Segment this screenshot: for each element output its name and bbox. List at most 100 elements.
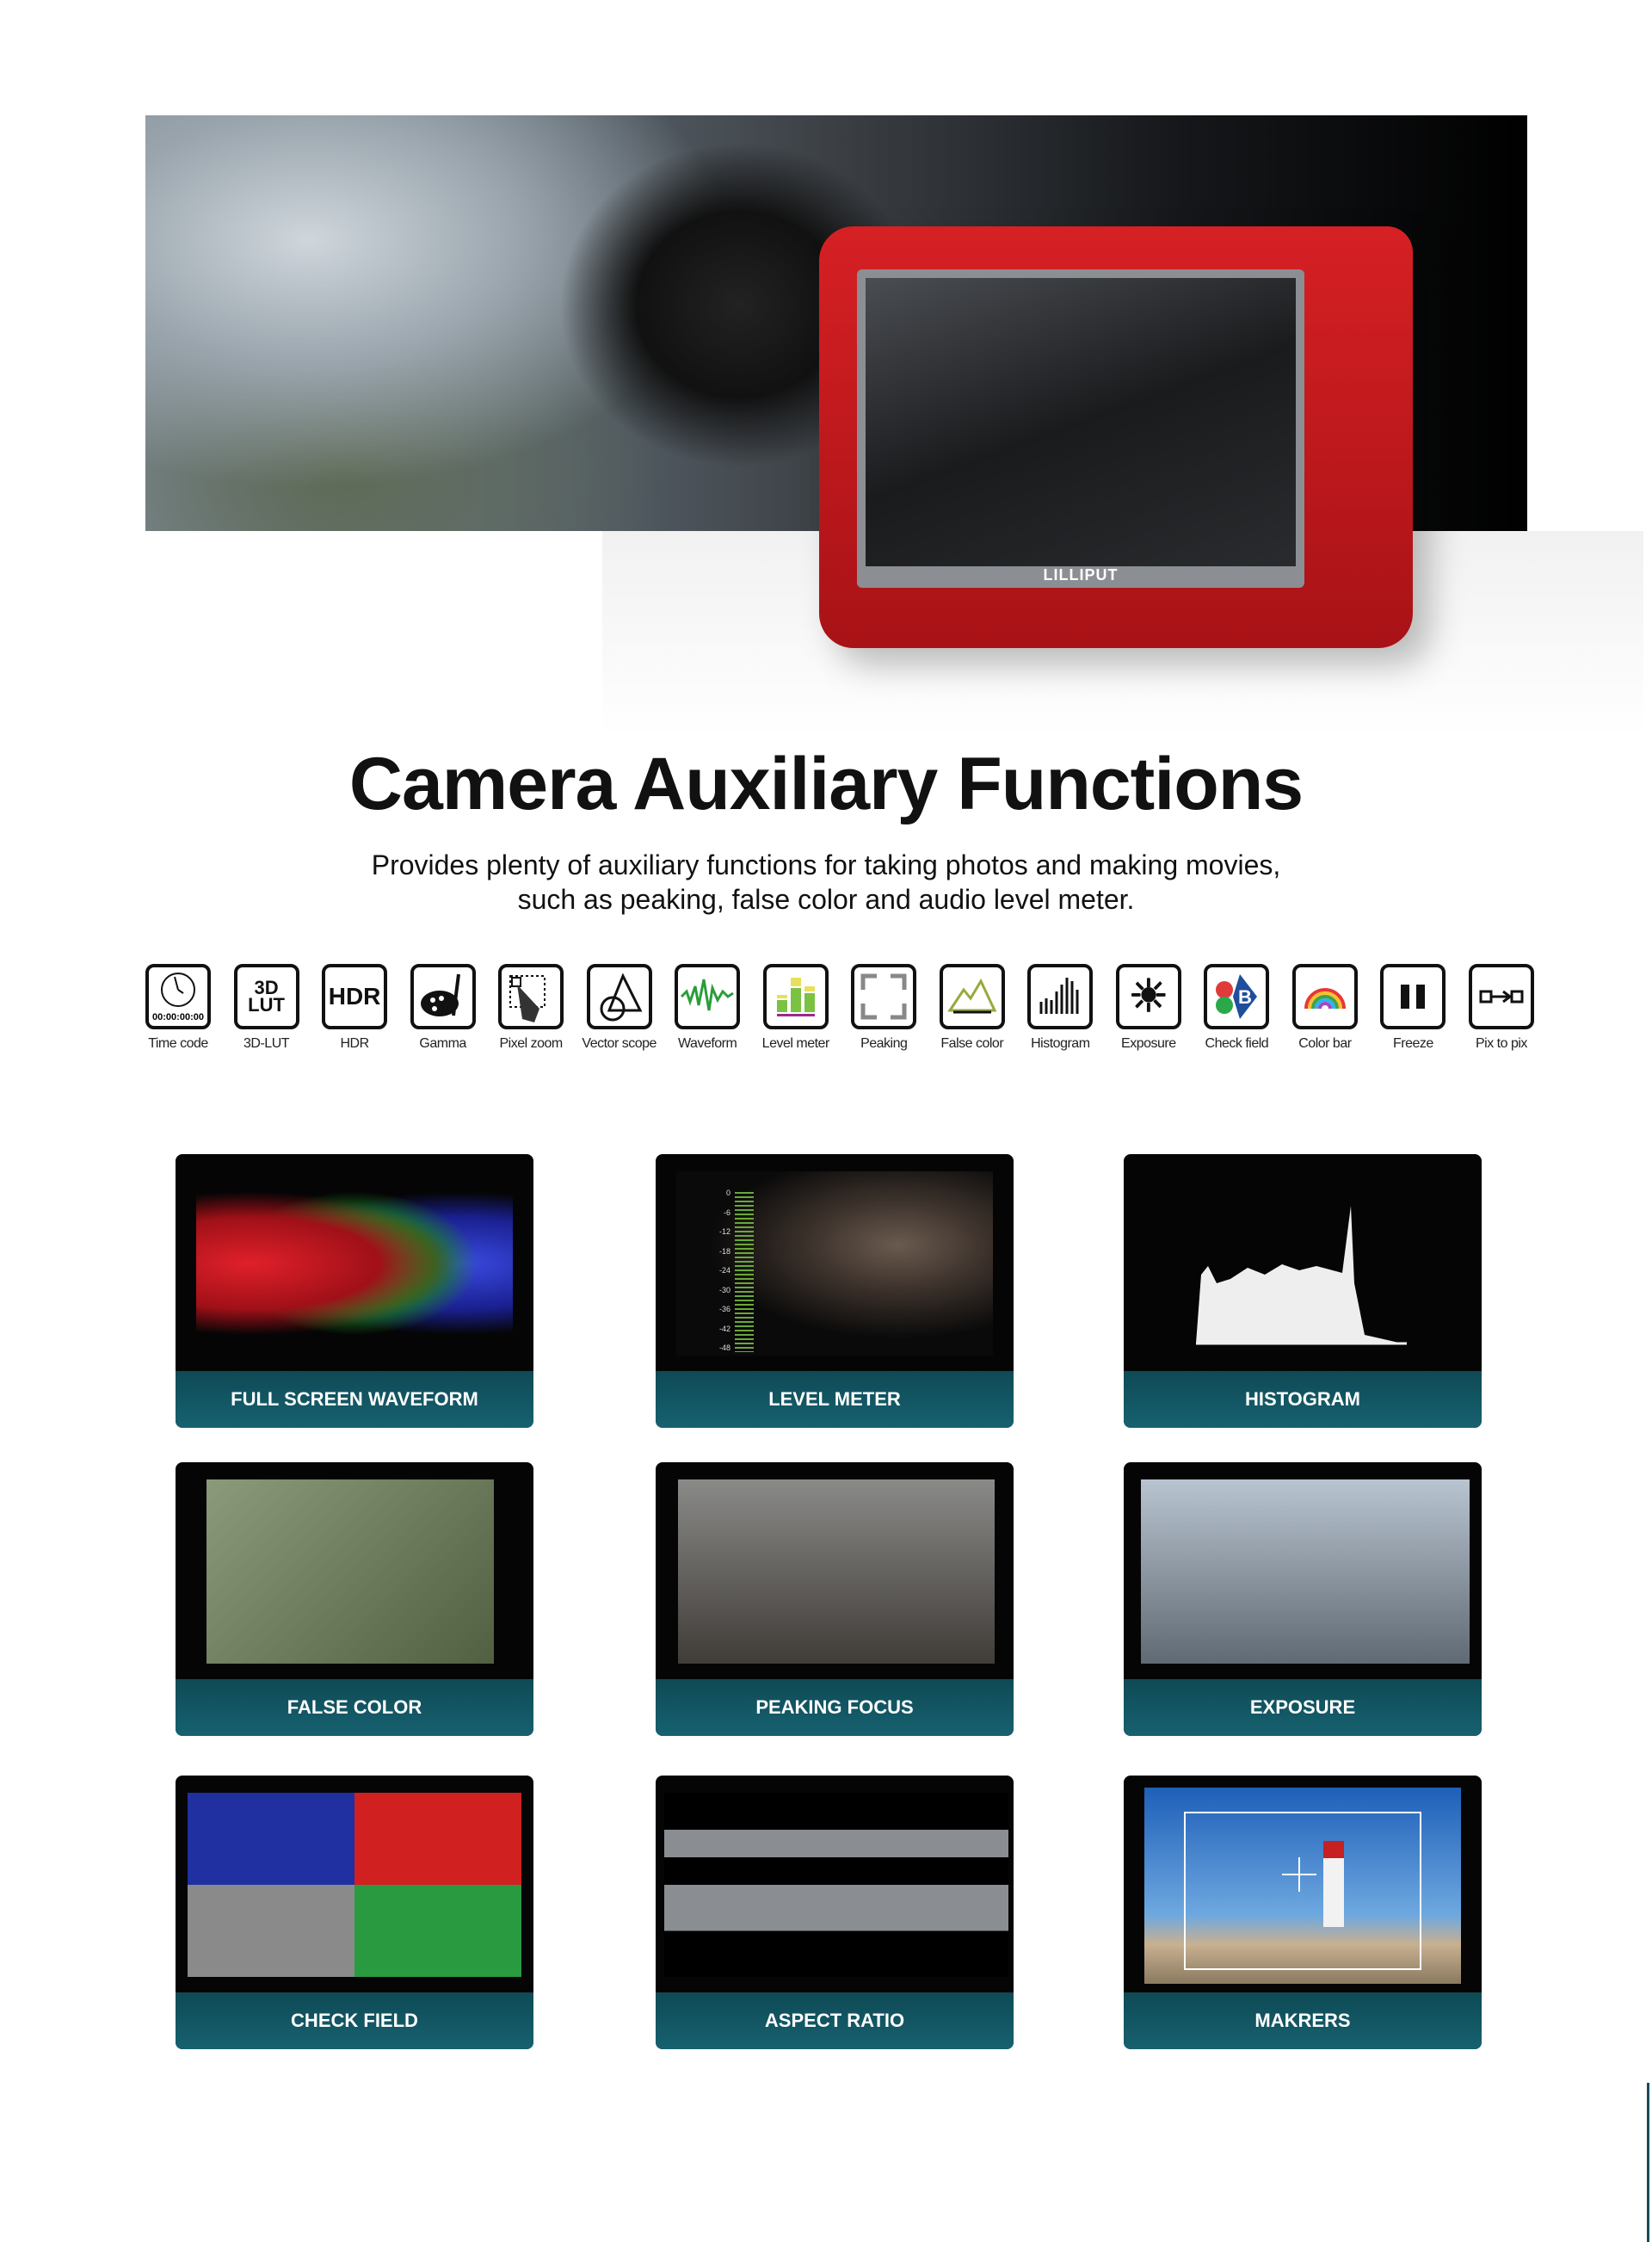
function-label: Level meter [761,1036,830,1051]
timecode-text: 00:00:00:00 [152,1012,204,1022]
level-meter-icon [762,964,829,1029]
function-gamma: Gamma [408,964,478,1052]
card-caption: LEVEL METER [656,1371,1014,1428]
false-color-image [206,1479,494,1664]
histogram-icon [1027,964,1094,1029]
card-caption: PEAKING FOCUS [656,1679,1014,1736]
function-vector-scope: Vector scope [582,964,656,1052]
function-label: Gamma [419,1036,466,1051]
function-exposure: ☀ Exposure [1113,964,1184,1052]
function-icons: 00:00:00:00 Time code 3D LUT 3D-LUT HDR HDR… [143,964,1537,1052]
subtitle-line: Provides plenty of auxiliary functions f… [371,849,1281,880]
card-caption: FULL SCREEN WAVEFORM [176,1371,533,1428]
function-color-bar: Color bar [1290,964,1360,1052]
peaking-icon [851,964,917,1029]
palette-icon [410,964,476,1029]
function-3d-lut: 3D LUT 3D-LUT [231,964,302,1052]
function-waveform: Waveform [672,964,743,1052]
function-pixel-zoom: Pixel zoom [496,964,566,1052]
guitar-image: 0 -6 -12 -18 -24 -30 -36 -42 -48 [676,1171,993,1356]
brand-logo: LILLIPUT [1043,566,1119,584]
subtitle: Provides plenty of auxiliary functions f… [0,848,1652,917]
mountain-icon [939,964,1005,1029]
vector-scope-icon [586,964,652,1029]
function-time-code: 00:00:00:00 Time code [143,964,213,1052]
page-title: Camera Auxiliary Functions [348,743,1304,825]
function-label: False color [940,1036,1004,1051]
marker-frame [1184,1812,1421,1970]
function-pix-to-pix: Pix to pix [1466,964,1537,1052]
card-false-color: FALSE COLOR [176,1462,533,1736]
peaking-image [678,1479,995,1664]
card-aspect-ratio: ASPECT RATIO [656,1776,1014,2049]
svg-text:B: B [1238,986,1252,1008]
function-label: Pix to pix [1476,1036,1527,1051]
function-freeze: Freeze [1378,964,1448,1052]
tick-label: -48 [719,1343,731,1352]
function-histogram: Histogram [1025,964,1095,1052]
histogram-plot [1196,1206,1407,1345]
sun-icon: ☀ [1115,964,1181,1029]
function-label: HDR [340,1036,369,1051]
waveform-icon [675,964,741,1029]
lighthouse [1323,1841,1344,1927]
card-caption: HISTOGRAM [1124,1371,1482,1428]
card-exposure: EXPOSURE [1124,1462,1482,1736]
function-label: Check field [1205,1036,1269,1051]
waveform-image [196,1171,513,1356]
card-caption: MAKRERS [1124,1992,1482,2049]
function-false-color: False color [937,964,1008,1052]
function-label: Vector scope [582,1036,656,1051]
check-field-image [188,1793,521,1977]
function-label: Freeze [1393,1036,1433,1051]
monitor-bezel: LILLIPUT [857,269,1304,588]
tick-label: -30 [719,1285,731,1294]
function-label: Histogram [1031,1036,1090,1051]
monitor-product: LILLIPUT [819,226,1413,648]
markers-image [1144,1788,1461,1984]
function-label: Exposure [1121,1036,1176,1051]
clock-icon: 00:00:00:00 [145,964,211,1029]
aspect-ratio-image [664,1793,1008,1977]
rgb-icon: B [1204,964,1270,1029]
tick-label: -24 [719,1266,731,1275]
card-caption: EXPOSURE [1124,1679,1482,1736]
function-label: Peaking [860,1036,908,1051]
function-label: Pixel zoom [499,1036,564,1051]
monitor-screen [866,278,1296,566]
card-markers: MAKRERS [1124,1776,1482,2049]
card-peaking-focus: PEAKING FOCUS [656,1462,1014,1736]
card-full-screen-waveform: FULL SCREEN WAVEFORM [176,1154,533,1428]
tick-label: -12 [719,1227,731,1236]
hdr-icon: HDR [322,964,388,1029]
tick-label: -42 [719,1324,731,1333]
tick-label: -36 [719,1305,731,1313]
level-meter-bars [735,1192,754,1352]
function-check-field: B Check field [1201,964,1272,1052]
edge-line [1647,2083,1649,2242]
exposure-image [1141,1479,1470,1664]
icon-text: 3D LUT [248,977,285,1016]
function-level-meter: Level meter [761,964,831,1052]
function-hdr: HDR HDR [319,964,390,1052]
3d-lut-icon: 3D LUT [233,964,299,1029]
histogram-image [1144,1171,1461,1356]
card-caption: ASPECT RATIO [656,1992,1014,2049]
card-level-meter: 0 -6 -12 -18 -24 -30 -36 -42 -48 LEVEL METER [656,1154,1014,1428]
card-check-field: CHECK FIELD [176,1776,533,2049]
subtitle-line: such as peaking, false color and audio l… [517,884,1135,915]
function-peaking: Peaking [848,964,919,1052]
card-caption: FALSE COLOR [176,1679,533,1736]
function-label: 3D-LUT [243,1036,290,1051]
tick-label: 0 [726,1189,731,1197]
icon-text: HDR [328,983,381,1010]
function-label: Color bar [1298,1036,1352,1051]
level-meter-scale: 0 -6 -12 -18 -24 -30 -36 -42 -48 [719,1189,730,1352]
function-label: Time code [148,1036,208,1051]
pix-to-pix-icon [1468,964,1534,1029]
pause-icon [1380,964,1446,1029]
tick-label: -6 [724,1207,731,1217]
pixel-zoom-icon [498,964,564,1029]
tick-label: -18 [719,1246,731,1256]
card-caption: CHECK FIELD [176,1992,533,2049]
